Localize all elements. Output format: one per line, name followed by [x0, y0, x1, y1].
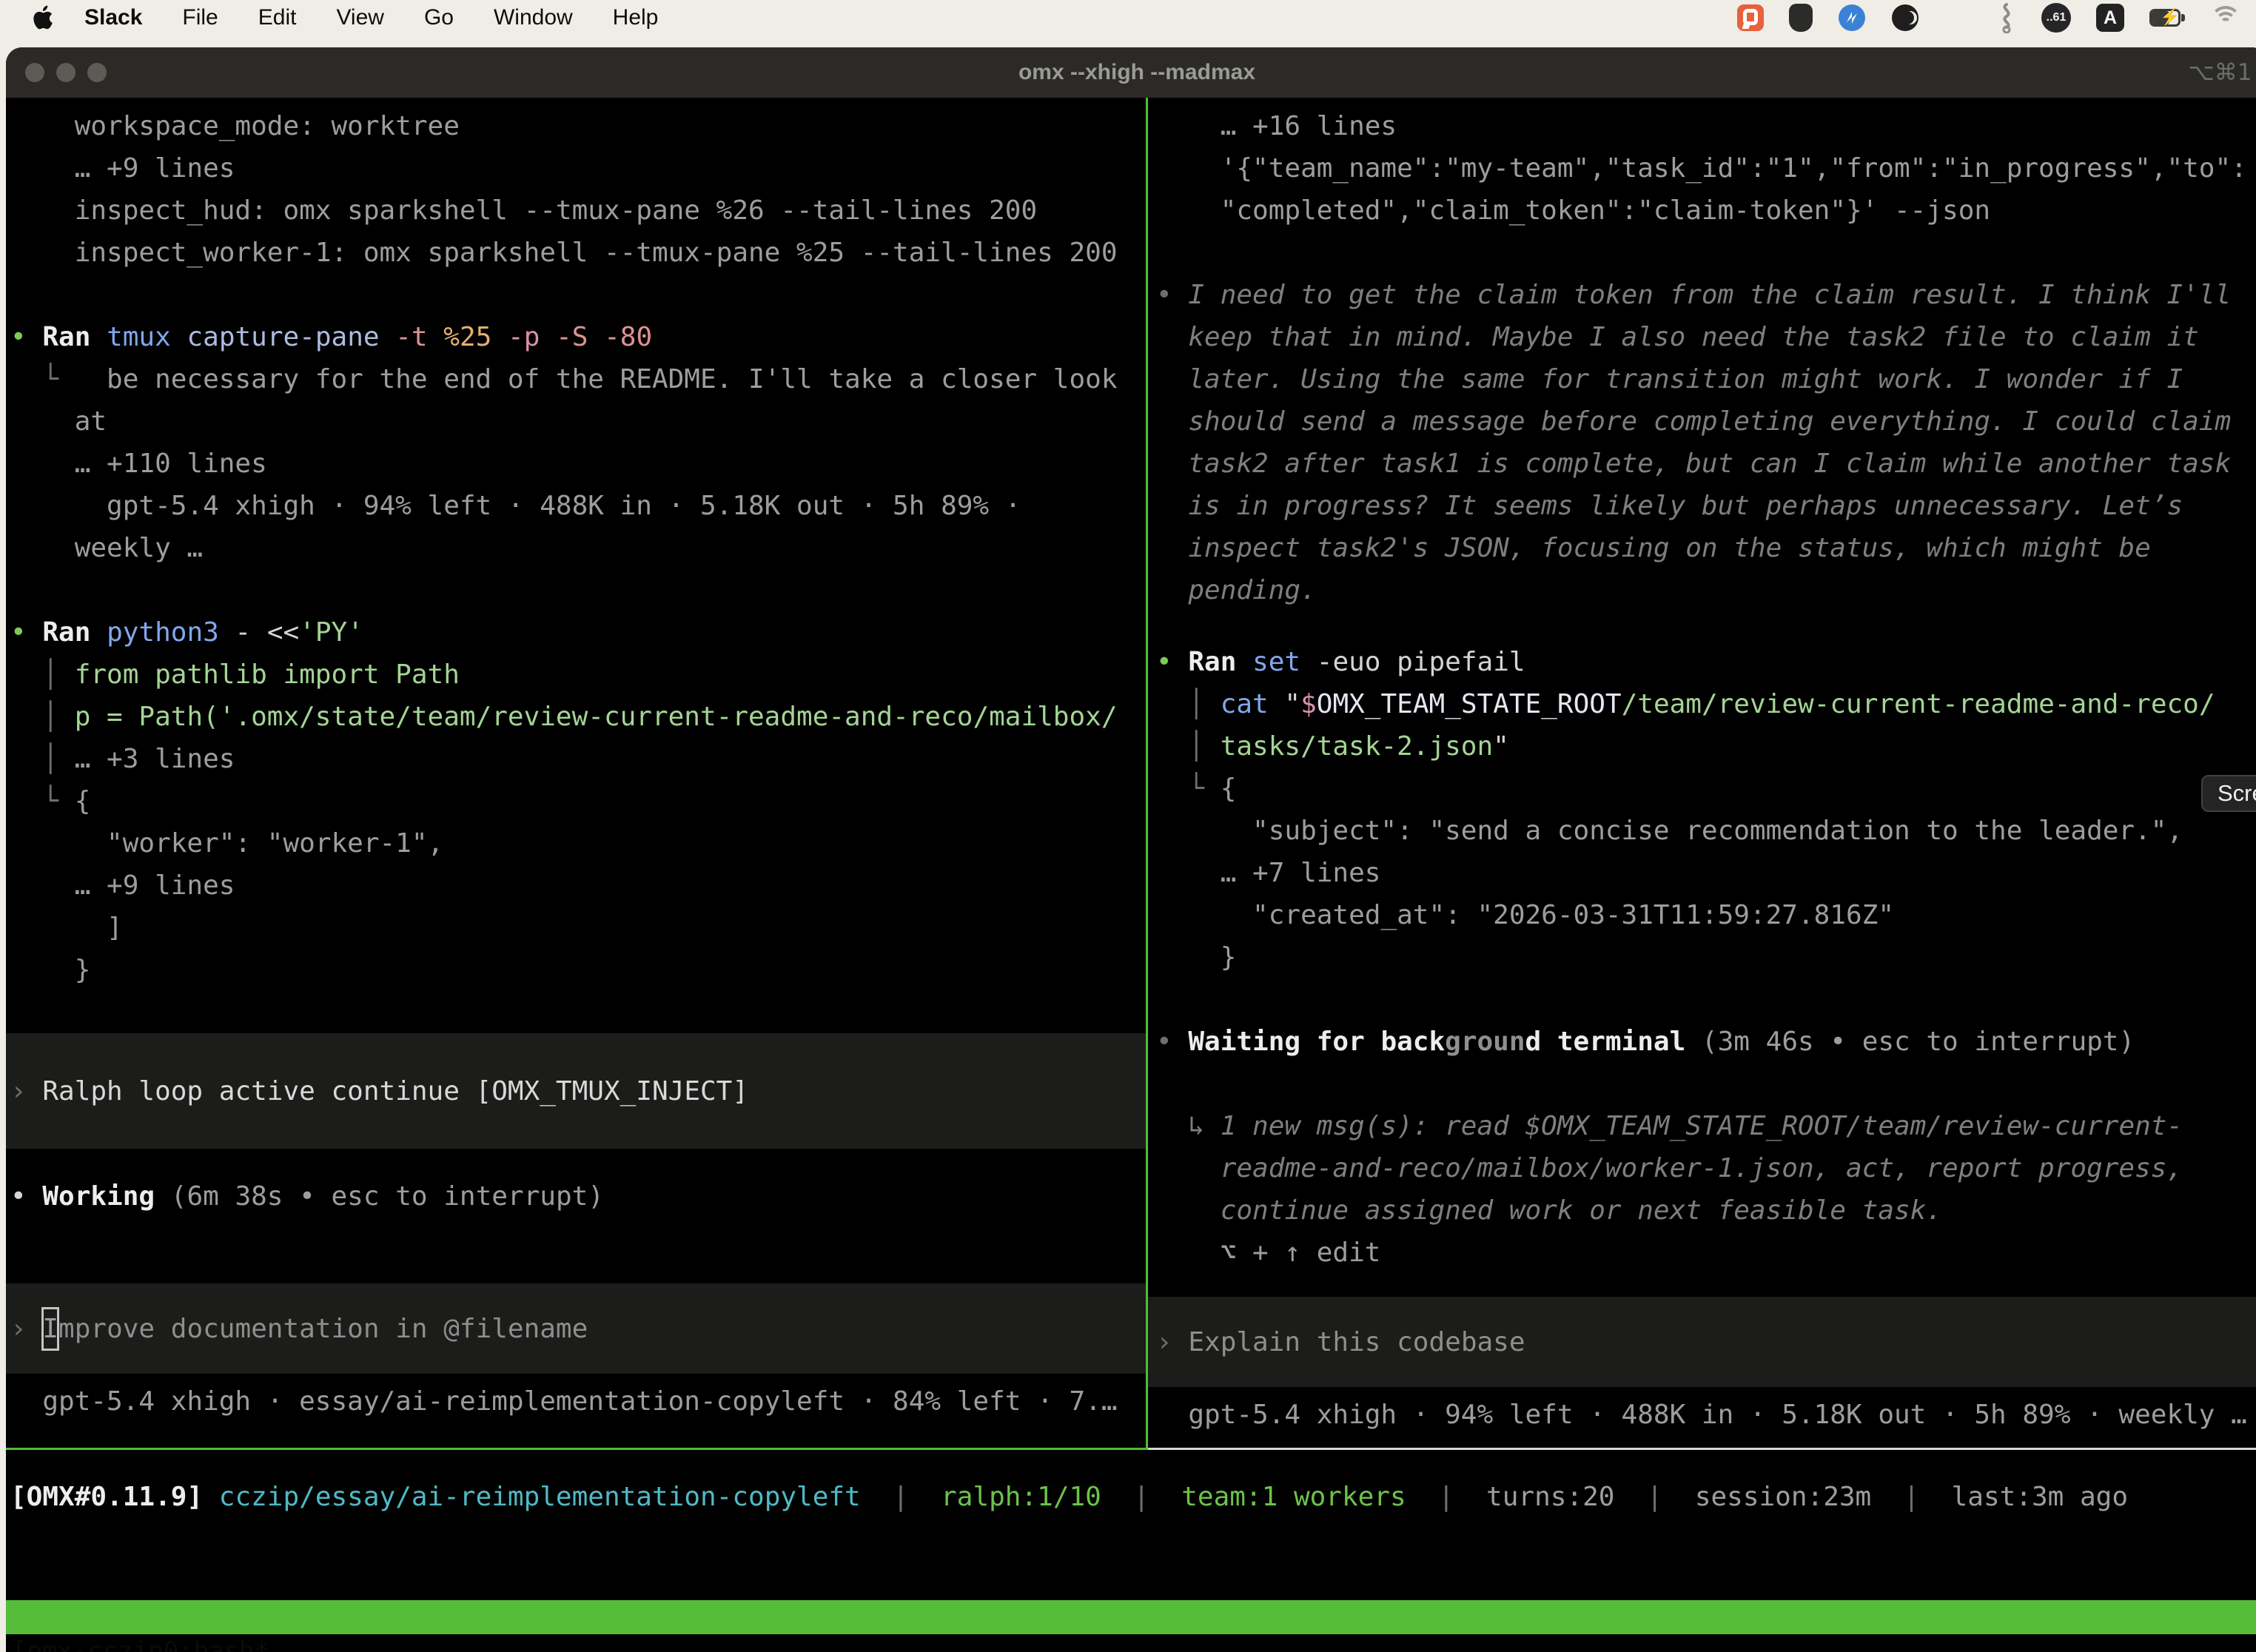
squiggle-icon[interactable] — [1997, 2, 2016, 33]
terminal-line: • Ran python3 - <<'PY' — [10, 611, 1146, 654]
window-title: omx --xhigh --madmax — [6, 47, 2256, 98]
terminal-line: ] — [10, 907, 1146, 949]
active-pane-border — [6, 1448, 1146, 1450]
screen-recording-indicator-icon[interactable] — [1737, 4, 1764, 31]
prompt-input[interactable]: › Improve documentation in @filename — [6, 1283, 1146, 1374]
screen-tooltip: Scre — [2201, 775, 2256, 812]
window-shortcut-hint: ⌥⌘1 — [2188, 47, 2252, 98]
terminal-line: │ cat "$OMX_TEAM_STATE_ROOT/team/review-… — [1156, 683, 2256, 725]
terminal-line — [10, 569, 1146, 611]
terminal-line: │ p = Path('.omx/state/team/review-curre… — [10, 696, 1146, 738]
terminal-line: "created_at": "2026-03-31T11:59:27.816Z" — [1156, 894, 2256, 936]
terminal-line: gpt-5.4 xhigh · 94% left · 488K in · 5.1… — [10, 485, 1146, 527]
terminal-line — [1156, 1063, 2256, 1105]
terminal-line — [10, 1149, 1146, 1175]
terminal-line: task2 after task1 is complete, but can I… — [1156, 443, 2256, 485]
input-source-icon[interactable]: A — [2096, 4, 2124, 32]
terminal-line: ⌥ + ↑ edit — [1156, 1232, 2256, 1274]
terminal-line: … +9 lines — [10, 864, 1146, 907]
menu-item-edit[interactable]: Edit — [258, 5, 297, 30]
dots-grid-icon[interactable] — [1944, 4, 1972, 32]
wifi-icon[interactable] — [2210, 6, 2241, 30]
terminal-line: "completed","claim_token":"claim-token"}… — [1156, 189, 2256, 232]
waiting-status-line: • Waiting for background terminal (3m 46… — [1156, 1021, 2256, 1063]
terminal-line — [10, 1218, 1146, 1283]
terminal-line: inspect_hud: omx sparkshell --tmux-pane … — [10, 189, 1146, 232]
blue-app-badge-icon[interactable] — [1838, 4, 1866, 32]
menu-item-go[interactable]: Go — [424, 5, 454, 30]
terminal-line: should send a message before completing … — [1156, 400, 2256, 443]
terminal-line: … +110 lines — [10, 443, 1146, 485]
terminal-line: weekly … — [10, 527, 1146, 569]
terminal-line: • Ran tmux capture-pane -t %25 -p -S -80 — [10, 316, 1146, 358]
working-status-line: • Working (6m 38s • esc to interrupt) — [10, 1175, 1146, 1218]
terminal-line — [1156, 232, 2256, 274]
terminal-line: } — [1156, 936, 2256, 978]
terminal-line: … +7 lines — [1156, 852, 2256, 894]
terminal-window: omx --xhigh --madmax ⌥⌘1 workspace_mode:… — [6, 47, 2256, 1652]
terminal-line: • I need to get the claim token from the… — [1156, 274, 2256, 316]
keypad-shield-icon[interactable] — [1789, 4, 1813, 32]
menu-item-help[interactable]: Help — [613, 5, 659, 30]
badge-61-icon[interactable]: ..61 — [2041, 3, 2071, 33]
omx-status-line: [OMX#0.11.9] cczip/essay/ai-reimplementa… — [10, 1476, 2256, 1518]
window-titlebar: omx --xhigh --madmax ⌥⌘1 — [6, 47, 2256, 98]
pane-divider[interactable] — [1146, 98, 1148, 1450]
terminal-line: workspace_mode: worktree — [10, 105, 1146, 147]
terminal-line — [1156, 1387, 2256, 1394]
terminal-line: inspect_worker-1: omx sparkshell --tmux-… — [10, 232, 1146, 274]
ralph-status-row: › Ralph loop active continue [OMX_TMUX_I… — [6, 1033, 1146, 1149]
terminal-line — [10, 1374, 1146, 1380]
apple-menu-icon[interactable] — [31, 5, 53, 30]
inactive-pane-border — [1148, 1448, 2256, 1450]
terminal-line — [1156, 1274, 2256, 1297]
terminal-line: at — [10, 400, 1146, 443]
terminal-line — [10, 274, 1146, 316]
terminal-line — [1156, 611, 2256, 641]
model-status-line: gpt-5.4 xhigh · essay/ai-reimplementatio… — [10, 1380, 1146, 1423]
menu-item-window[interactable]: Window — [494, 5, 573, 30]
menu-item-slack[interactable]: Slack — [84, 5, 142, 30]
terminal-line: │ tasks/task-2.json" — [1156, 725, 2256, 768]
terminal-line: '{"team_name":"my-team","task_id":"1","f… — [1156, 147, 2256, 189]
terminal-line: readme-and-reco/mailbox/worker-1.json, a… — [1156, 1147, 2256, 1189]
terminal-line: └ { — [1156, 768, 2256, 810]
omx-status-line: [OMX#0.11.9] cczip/essay/ai-reimplementa… — [10, 1476, 2256, 1518]
terminal-line: … +9 lines — [10, 147, 1146, 189]
tmux-pane-left[interactable]: workspace_mode: worktree … +9 lines insp… — [6, 98, 1146, 1449]
terminal-line: "worker": "worker-1", — [10, 822, 1146, 864]
terminal-line: inspect task2's JSON, focusing on the st… — [1156, 527, 2256, 569]
tmux-status-bar: [omx-cczip0:bash* "MacBook-Pro-44.local"… — [6, 1600, 2256, 1634]
terminal-line: is in progress? It seems likely but perh… — [1156, 485, 2256, 527]
terminal-line: • Ran set -euo pipefail — [1156, 641, 2256, 683]
terminal-line: } — [10, 949, 1146, 991]
terminal-line: … +16 lines — [1156, 105, 2256, 147]
model-status-line: gpt-5.4 xhigh · 94% left · 488K in · 5.1… — [1156, 1394, 2256, 1436]
battery-charging-icon[interactable]: ⚡ — [2149, 9, 2185, 27]
terminal-line — [10, 991, 1146, 1033]
tmux-pane-right[interactable]: … +16 lines '{"team_name":"my-team","tas… — [1148, 98, 2256, 1449]
terminal-line: pending. — [1156, 569, 2256, 611]
terminal-line: "subject": "send a concise recommendatio… — [1156, 810, 2256, 852]
prompt-input[interactable]: › Explain this codebase — [1148, 1297, 2256, 1387]
menu-bar: Slack File Edit View Go Window Help ..61 A ⚡ — [0, 0, 2256, 36]
terminal-line: │ from pathlib import Path — [10, 654, 1146, 696]
terminal-line: │ … +3 lines — [10, 738, 1146, 780]
terminal-line — [1156, 978, 2256, 1021]
menu-item-view[interactable]: View — [336, 5, 383, 30]
terminal-line: keep that in mind. Maybe I also need the… — [1156, 316, 2256, 358]
terminal-line: └ be necessary for the end of the README… — [10, 358, 1146, 400]
terminal-line: ↳ 1 new msg(s): read $OMX_TEAM_STATE_ROO… — [1156, 1105, 2256, 1147]
terminal-line: later. Using the same for transition mig… — [1156, 358, 2256, 400]
tmux-session-name: [omx-cczip0:bash* — [12, 1634, 269, 1652]
terminal-line: └ { — [10, 780, 1146, 822]
moon-pie-icon[interactable] — [1891, 4, 1919, 32]
terminal-line: continue assigned work or next feasible … — [1156, 1189, 2256, 1232]
menu-item-file[interactable]: File — [182, 5, 218, 30]
